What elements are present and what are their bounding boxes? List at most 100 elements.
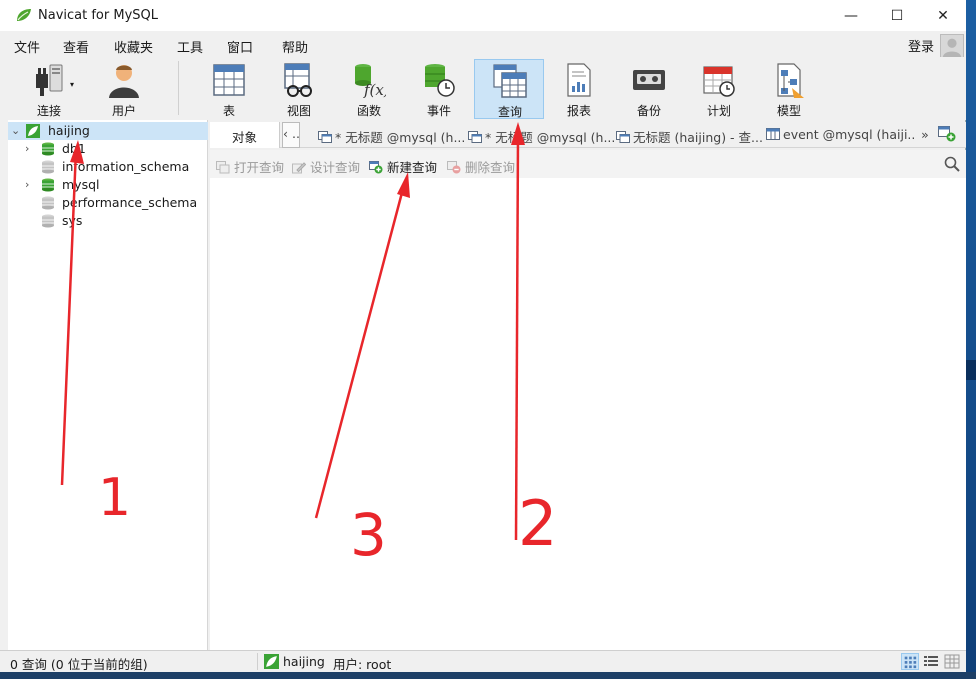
query-icon: [493, 64, 527, 98]
menu-window[interactable]: 窗口: [227, 37, 253, 56]
chevron-double-right-icon: »: [921, 127, 929, 142]
delete-query-button[interactable]: 删除查询: [447, 157, 515, 176]
tree-db-mysql[interactable]: › mysql: [8, 176, 208, 194]
table-icon: [213, 64, 245, 96]
report-icon: [567, 63, 591, 97]
connection-dropdown-icon[interactable]: ▾: [70, 80, 74, 89]
database-closed-icon: [42, 214, 54, 228]
open-query-button[interactable]: 打开查询: [216, 157, 284, 176]
objects-content-area[interactable]: [210, 178, 966, 650]
connection-status-icon: [264, 654, 279, 669]
menu-view[interactable]: 查看: [63, 37, 89, 56]
toolbar-schedule-button[interactable]: 计划: [684, 59, 754, 119]
collapse-chevron-icon[interactable]: ⌄: [11, 124, 21, 137]
minimize-button[interactable]: —: [828, 0, 874, 31]
tab-objects[interactable]: 对象: [210, 122, 280, 148]
design-query-icon: [292, 162, 306, 174]
window-title: Navicat for MySQL: [38, 8, 158, 23]
search-icon[interactable]: [944, 156, 960, 172]
toolbar-table-button[interactable]: 表: [194, 59, 264, 119]
toolbar-function-button[interactable]: f(x) 函数: [334, 59, 404, 119]
expand-chevron-icon[interactable]: ›: [25, 178, 35, 191]
detail-view-icon[interactable]: [943, 653, 961, 670]
database-open-icon: [42, 178, 54, 192]
minimize-icon: —: [844, 7, 858, 24]
status-user: 用户: root: [333, 657, 392, 672]
list-view-icon[interactable]: [922, 653, 940, 670]
tab-label: 对象: [231, 130, 257, 145]
toolbar-connection-button[interactable]: ▾ 连接: [14, 59, 84, 119]
new-query-button[interactable]: 新建查询: [369, 157, 437, 176]
tree-label: performance_schema: [62, 195, 198, 210]
open-query-icon: [216, 161, 230, 174]
tree-label: sys: [62, 213, 83, 228]
status-divider: [257, 653, 258, 670]
chevron-left-icon: ‹ ..: [283, 126, 300, 141]
design-query-button[interactable]: 设计查询: [292, 157, 360, 176]
menu-favorites[interactable]: 收藏夹: [114, 37, 153, 56]
tab-label: 无标题 (haijing) - 查...: [633, 130, 763, 145]
table-tab-icon: [766, 128, 780, 140]
new-query-tab-icon: [938, 126, 956, 142]
toolbar-event-button[interactable]: 事件: [404, 59, 474, 119]
tree-connection-haijing[interactable]: ⌄ haijing: [8, 122, 208, 140]
tree-db-performance-schema[interactable]: performance_schema: [8, 194, 208, 212]
navicat-window: Navicat for MySQL — ☐ ✕ 文件 查看 收藏夹 工具 窗口 …: [0, 0, 966, 679]
object-toolbar: 打开查询 设计查询 新建查询 删除查询: [210, 150, 966, 178]
database-closed-icon: [42, 160, 54, 174]
maximize-icon: ☐: [890, 7, 904, 24]
tab-label: * 无标题 @mysql (h...: [485, 130, 614, 145]
new-query-icon: [369, 161, 383, 174]
toolbar-label: 报表: [566, 104, 591, 118]
tree-db-information-schema[interactable]: information_schema: [8, 158, 208, 176]
toolbar-separator: [178, 61, 179, 115]
new-query-label: 新建查询: [387, 160, 438, 175]
delete-query-label: 删除查询: [465, 160, 516, 175]
tab-query-untitled-2[interactable]: * 无标题 @mysql (h...: [468, 122, 614, 148]
toolbar-model-button[interactable]: 模型: [754, 59, 824, 119]
toolbar-user-button[interactable]: 用户: [89, 59, 159, 119]
grid-view-icon[interactable]: [901, 653, 919, 670]
tab-table-event[interactable]: event @mysql (haiji...: [766, 122, 916, 148]
schedule-icon: [703, 66, 735, 97]
tree-label: mysql: [62, 177, 100, 192]
event-icon: [425, 64, 455, 97]
tree-db-sys[interactable]: sys: [8, 212, 208, 230]
main-toolbar: ▾ 连接 用户 表 视图 f(x 函数 事件 查询 报表 备份 计划 模型: [0, 57, 966, 120]
status-query-count: 0 查询 (0 位于当前的组): [10, 657, 148, 672]
status-connection-name: haijing: [283, 654, 325, 669]
connection-tree: ⌄ haijing › db1 information_schema › mys…: [8, 120, 208, 650]
tree-db-db1[interactable]: › db1: [8, 140, 208, 158]
maximize-button[interactable]: ☐: [874, 0, 920, 31]
view-icon: [284, 63, 312, 97]
backup-icon: [633, 70, 665, 90]
tab-query-untitled-3[interactable]: 无标题 (haijing) - 查...: [616, 122, 764, 148]
tree-label: information_schema: [62, 159, 190, 174]
tab-overflow-button[interactable]: »: [918, 122, 932, 148]
svg-text:f(x): f(x): [363, 81, 386, 98]
menu-help[interactable]: 帮助: [282, 37, 308, 56]
navicat-leaf-icon: [17, 9, 31, 21]
tree-label: db1: [62, 141, 86, 156]
toolbar-report-button[interactable]: 报表: [544, 59, 614, 119]
toolbar-view-button[interactable]: 视图: [264, 59, 334, 119]
tab-bar: 对象 ‹ .. * 无标题 @mysql (h... * 无标题 @mysql …: [210, 122, 966, 148]
status-bar: 0 查询 (0 位于当前的组) haijing 用户: root: [0, 650, 966, 672]
database-closed-icon: [42, 196, 54, 210]
tab-scroll-left-button[interactable]: ‹ ..: [282, 122, 300, 148]
menu-bar: 文件 查看 收藏夹 工具 窗口 帮助 登录: [0, 31, 966, 57]
login-link[interactable]: 登录: [908, 36, 934, 55]
avatar[interactable]: [940, 34, 964, 58]
expand-chevron-icon[interactable]: ›: [25, 142, 35, 155]
menu-tools[interactable]: 工具: [177, 37, 203, 56]
toolbar-query-button[interactable]: 查询: [474, 59, 544, 119]
close-icon: ✕: [937, 7, 949, 24]
toolbar-label: 模型: [776, 104, 801, 118]
tab-label: * 无标题 @mysql (h...: [335, 130, 466, 145]
connection-plug-icon: [36, 64, 63, 96]
menu-file[interactable]: 文件: [14, 37, 40, 56]
close-button[interactable]: ✕: [920, 0, 966, 31]
tab-query-untitled-1[interactable]: * 无标题 @mysql (h...: [318, 122, 466, 148]
toolbar-backup-button[interactable]: 备份: [614, 59, 684, 119]
new-tab-button[interactable]: [938, 122, 962, 148]
